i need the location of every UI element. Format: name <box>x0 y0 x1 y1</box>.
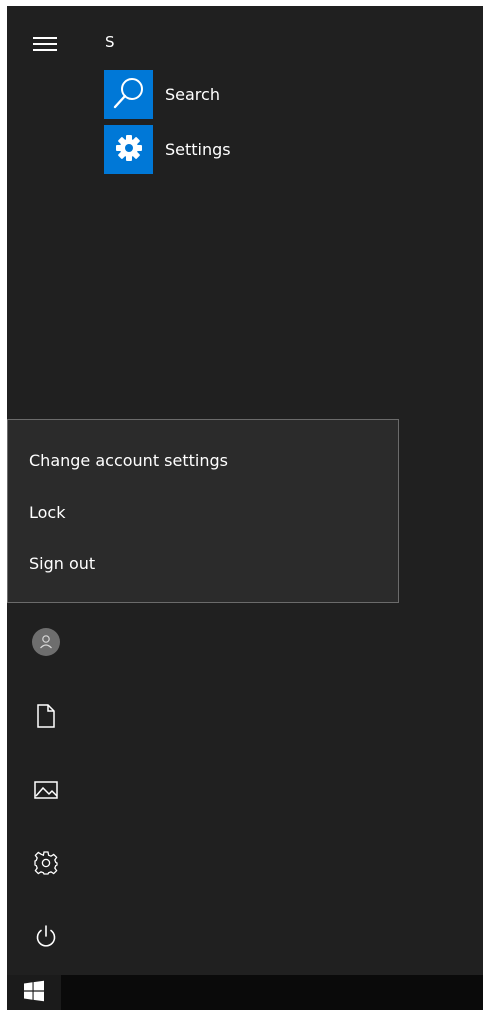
settings-button[interactable] <box>31 850 61 880</box>
documents-icon <box>34 703 58 733</box>
user-avatar-button[interactable] <box>31 627 61 661</box>
search-icon <box>109 73 149 117</box>
lock-item[interactable]: Lock <box>29 503 65 522</box>
account-flyout-menu: Change account settings Lock Sign out <box>7 419 399 603</box>
change-account-settings-item[interactable]: Change account settings <box>29 451 228 470</box>
sign-out-item[interactable]: Sign out <box>29 554 95 573</box>
pictures-button[interactable] <box>31 777 61 807</box>
windows-logo-icon <box>23 980 45 1006</box>
gear-icon <box>114 133 144 167</box>
power-icon <box>33 924 59 954</box>
app-item-settings[interactable]: Settings <box>104 125 231 174</box>
pictures-icon <box>33 779 59 805</box>
start-button[interactable] <box>7 975 61 1010</box>
screen: S Search Settings Change account setting… <box>0 0 483 1010</box>
taskbar <box>7 975 483 1010</box>
hamburger-menu-icon[interactable] <box>33 36 57 56</box>
power-button[interactable] <box>31 924 61 954</box>
app-label-search: Search <box>165 85 220 104</box>
settings-app-tile <box>104 125 153 174</box>
search-app-tile <box>104 70 153 119</box>
app-label-settings: Settings <box>165 140 231 159</box>
app-item-search[interactable]: Search <box>104 70 220 119</box>
settings-icon <box>33 850 59 880</box>
documents-button[interactable] <box>31 703 61 733</box>
alphabet-group-header[interactable]: S <box>105 33 115 51</box>
user-avatar-icon <box>31 627 61 661</box>
